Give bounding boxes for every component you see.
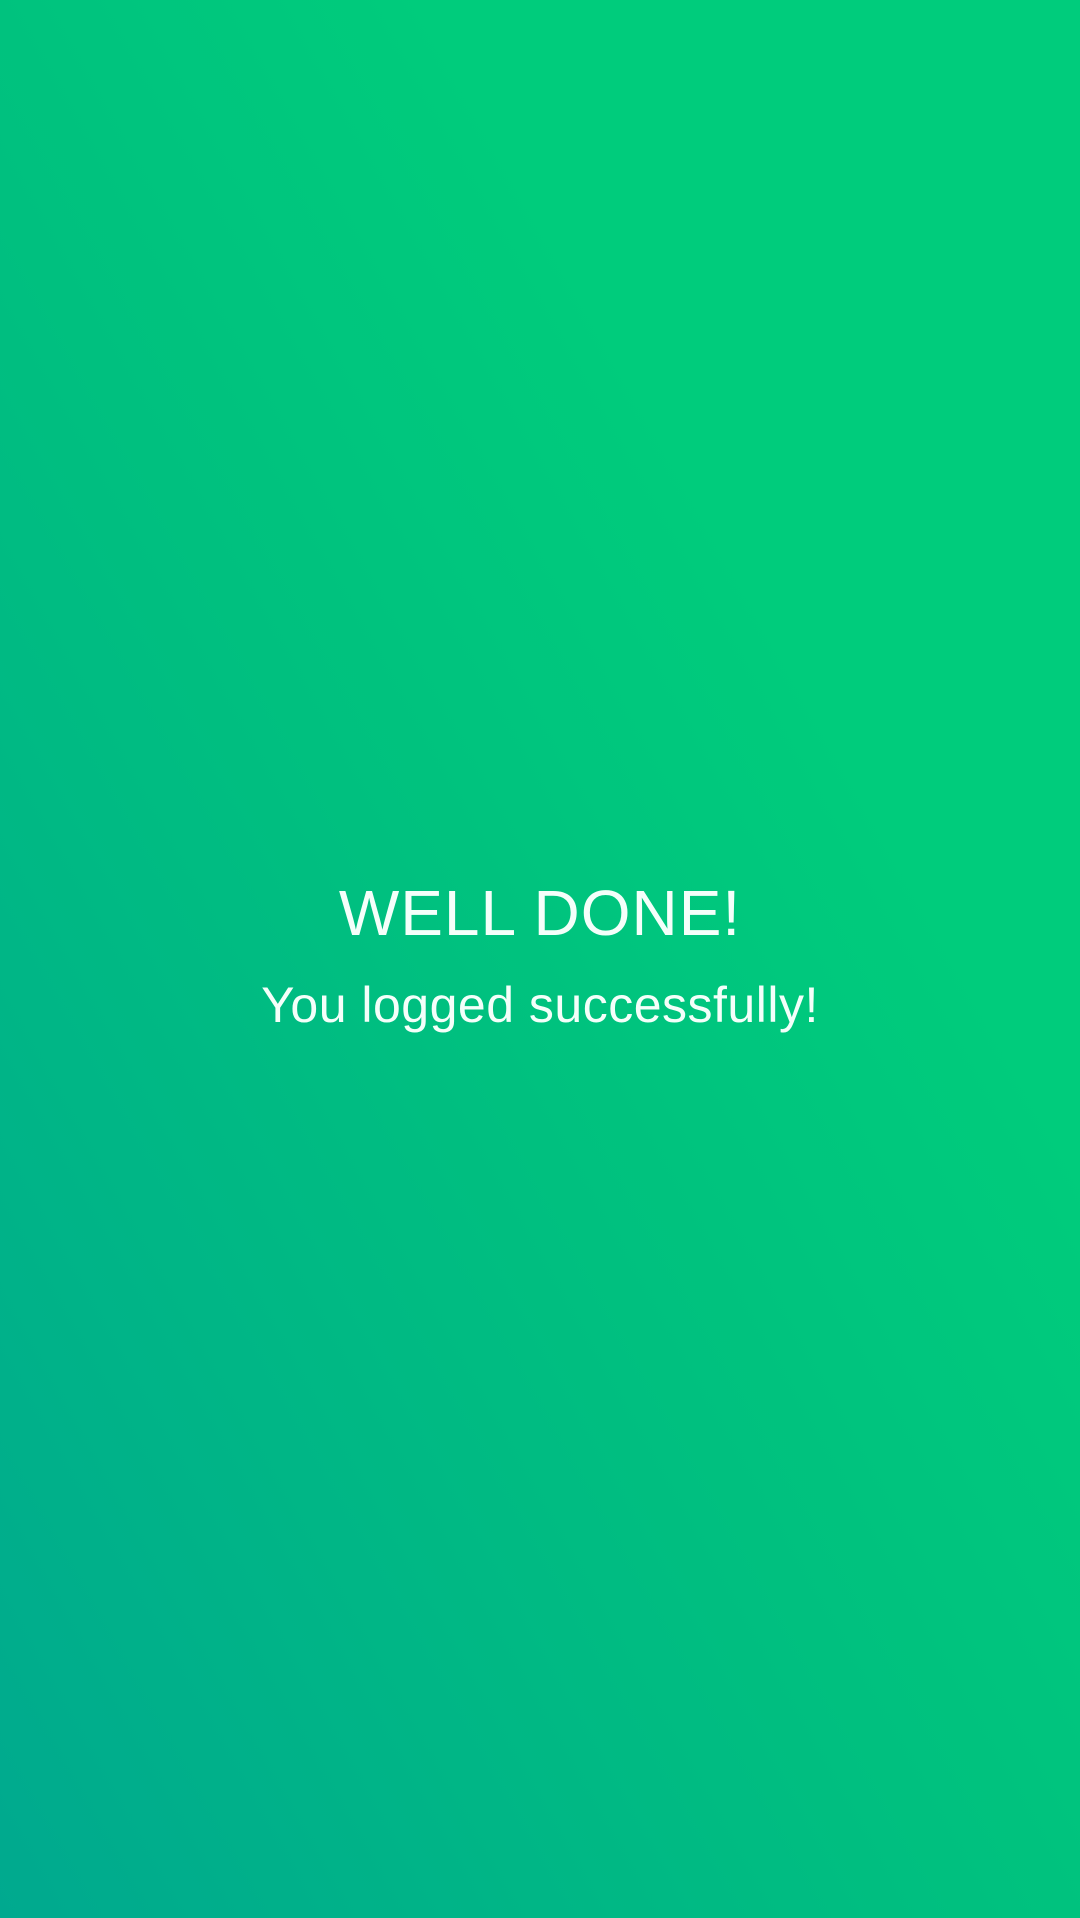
success-subtitle: You logged successfully! — [261, 977, 819, 1033]
success-screen: WELL DONE! You logged successfully! — [0, 0, 1080, 1918]
success-headline: WELL DONE! — [338, 877, 742, 949]
success-message: WELL DONE! You logged successfully! — [0, 875, 1080, 1035]
